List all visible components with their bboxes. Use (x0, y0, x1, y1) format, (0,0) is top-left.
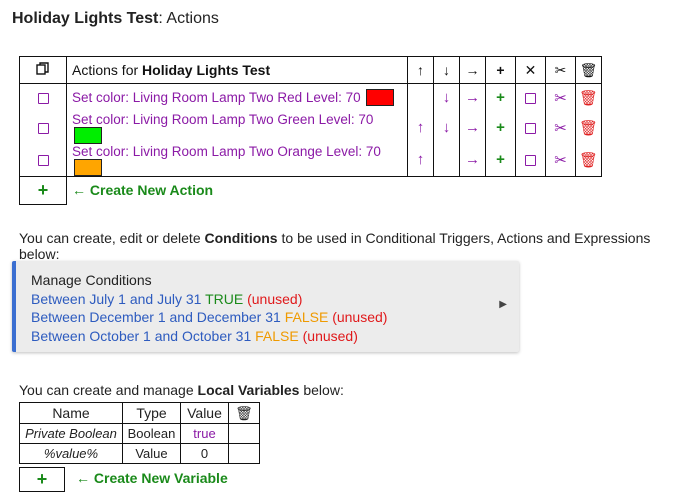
delete-icon[interactable]: 🗑︎ (575, 143, 602, 177)
insert-action-icon[interactable]: + (485, 143, 516, 177)
variable-value[interactable]: true (180, 423, 229, 444)
variable-name[interactable]: %value% (19, 443, 123, 464)
conditions-intro: You can create, edit or delete Condition… (19, 230, 651, 262)
variable-type: Boolean (122, 423, 181, 444)
create-action-link[interactable]: ← Create New Action (67, 176, 602, 204)
insert-action-icon[interactable]: + (485, 111, 516, 144)
cut-icon[interactable]: ✂ (545, 111, 576, 144)
variable-type: Value (122, 443, 181, 464)
add-action-button[interactable]: + (19, 175, 67, 205)
empty-cell (228, 423, 260, 444)
copy-header-cell[interactable] (19, 56, 67, 84)
action-row: Set color: Living Room Lamp Two Green Le… (19, 111, 602, 144)
variable-name[interactable]: Private Boolean (19, 423, 123, 444)
color-swatch (74, 126, 102, 144)
move-right-icon[interactable]: → (459, 111, 486, 144)
create-action-row: + ← Create New Action (19, 175, 602, 205)
color-swatch (74, 158, 102, 176)
mark-checkbox[interactable] (515, 111, 546, 144)
action-description[interactable]: Set color: Living Room Lamp Two Green Le… (66, 111, 408, 144)
mark-checkbox[interactable] (515, 83, 546, 112)
column-header-type: Type (122, 402, 181, 424)
move-right-icon[interactable]: → (459, 143, 486, 177)
condition-item: Between July 1 and July 31 TRUE (unused) (31, 290, 303, 307)
empty-cell (228, 443, 260, 464)
create-variable-link[interactable]: ← Create New Variable (76, 470, 228, 486)
action-description[interactable]: Set color: Living Room Lamp Two Orange L… (66, 143, 408, 177)
move-down-icon[interactable]: ↓ (433, 111, 460, 144)
close-icon[interactable]: ✕ (515, 56, 546, 84)
condition-item: Between October 1 and October 31 FALSE (… (31, 327, 358, 344)
action-row: Set color: Living Room Lamp Two Orange L… (19, 143, 602, 177)
expand-arrow-icon[interactable]: ▶ (499, 299, 507, 310)
arrow-up-icon[interactable]: ↑ (407, 56, 434, 84)
empty-cell (433, 143, 460, 177)
move-down-icon[interactable]: ↓ (433, 83, 460, 112)
action-select-checkbox[interactable] (19, 143, 67, 177)
delete-icon[interactable]: 🗑︎ (575, 111, 602, 144)
insert-action-icon[interactable]: + (485, 83, 516, 112)
condition-item: Between December 1 and December 31 FALSE… (31, 309, 388, 325)
plus-icon[interactable]: + (485, 56, 516, 84)
trash-icon[interactable]: 🗑︎ (228, 402, 260, 424)
action-select-checkbox[interactable] (19, 111, 67, 144)
variables-table: Name Type Value 🗑︎ Private Boolean Boole… (19, 402, 260, 464)
variables-intro: You can create and manage Local Variable… (19, 382, 344, 398)
cut-icon[interactable]: ✂ (545, 143, 576, 177)
arrow-right-icon[interactable]: → (459, 56, 486, 84)
column-header-value: Value (180, 402, 229, 424)
column-header-name: Name (19, 402, 123, 424)
empty-cell (407, 83, 434, 112)
delete-icon[interactable]: 🗑︎ (575, 83, 602, 112)
action-description[interactable]: Set color: Living Room Lamp Two Red Leve… (66, 83, 408, 112)
variable-row: %value% Value 0 (19, 443, 260, 464)
variable-value[interactable]: 0 (180, 443, 229, 464)
add-variable-button[interactable]: + (19, 467, 65, 492)
page-title: Holiday Lights Test: Actions (12, 10, 219, 27)
actions-header-row: Actions for Holiday Lights Test ↑ ↓ → + … (19, 56, 602, 84)
arrow-down-icon[interactable]: ↓ (433, 56, 460, 84)
mark-checkbox[interactable] (515, 143, 546, 177)
move-up-icon[interactable]: ↑ (407, 143, 434, 177)
manage-conditions-panel[interactable]: Manage Conditions Between July 1 and Jul… (12, 261, 519, 352)
trash-icon[interactable]: 🗑︎ (575, 56, 602, 84)
move-right-icon[interactable]: → (459, 83, 486, 112)
color-swatch (366, 89, 395, 107)
variables-header-row: Name Type Value 🗑︎ (19, 402, 260, 424)
actions-table: Actions for Holiday Lights Test ↑ ↓ → + … (19, 56, 602, 205)
copy-icon (36, 61, 49, 75)
scissors-icon[interactable]: ✂ (545, 56, 576, 84)
action-select-checkbox[interactable] (19, 83, 67, 112)
variable-row: Private Boolean Boolean true (19, 423, 260, 444)
move-up-icon[interactable]: ↑ (407, 111, 434, 144)
action-row: Set color: Living Room Lamp Two Red Leve… (19, 83, 602, 112)
manage-conditions-heading: Manage Conditions (31, 272, 152, 288)
cut-icon[interactable]: ✂ (545, 83, 576, 112)
actions-header-title: Actions for Holiday Lights Test (66, 56, 408, 84)
